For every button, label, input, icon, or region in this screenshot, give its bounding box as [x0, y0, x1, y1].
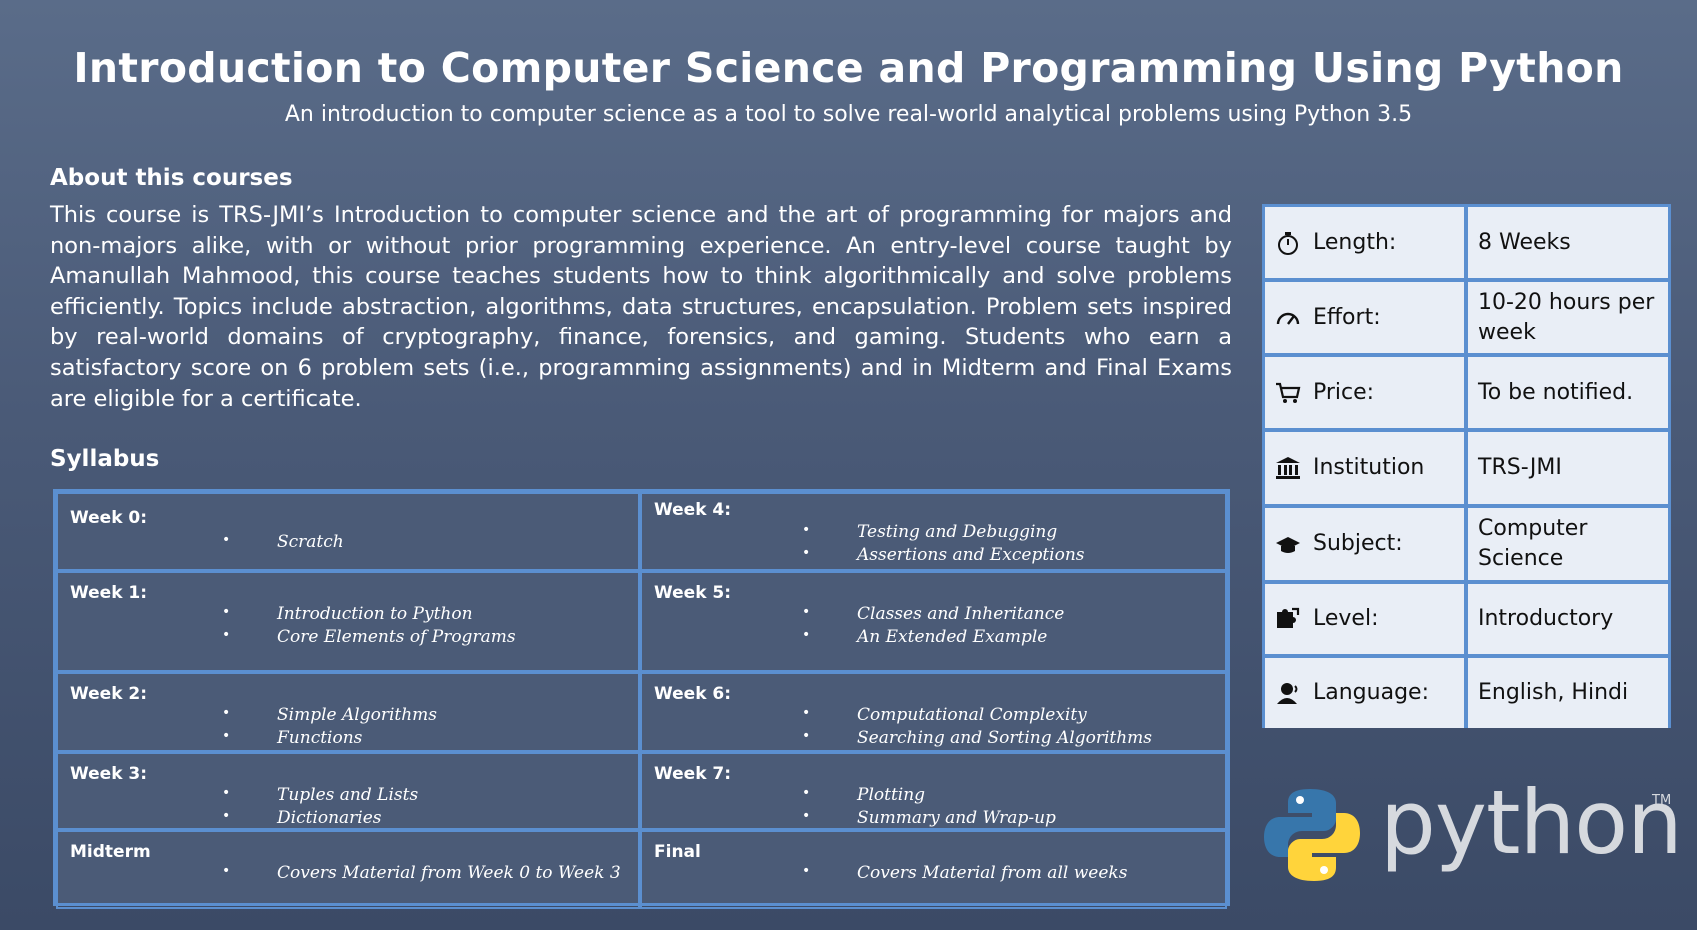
bullet-icon: •	[802, 728, 811, 744]
about-text: This course is TRS-JMI’s Introduction to…	[50, 202, 1232, 412]
stopwatch-icon	[1275, 230, 1301, 256]
info-label-text: Institution	[1313, 455, 1425, 480]
week-title: Week 3:	[70, 764, 148, 784]
bullet-icon: •	[802, 808, 811, 824]
syllabus-cell: Midterm • Covers Material from Week 0 to…	[56, 830, 640, 909]
week-title: Week 6:	[654, 684, 732, 704]
python-logo: python TM	[1262, 771, 1683, 895]
topic-item: Functions	[277, 728, 363, 748]
speaker-person-icon	[1275, 680, 1301, 706]
bullet-icon: •	[802, 863, 811, 879]
topic-item: An Extended Example	[857, 627, 1048, 647]
info-value-level: Introductory	[1468, 584, 1668, 654]
info-label-length: Length:	[1265, 207, 1464, 278]
week-title: Week 4:	[654, 500, 732, 520]
syllabus-cell: Week 6: • Computational Complexity • Sea…	[640, 672, 1227, 752]
topic-item: Plotting	[857, 785, 926, 805]
topic-item: Searching and Sorting Algorithms	[857, 728, 1153, 748]
topic-item: Assertions and Exceptions	[857, 545, 1085, 565]
week-title: Week 2:	[70, 684, 148, 704]
topic-item: Core Elements of Programs	[277, 627, 516, 647]
syllabus-cell: Week 7: • Plotting • Summary and Wrap-up	[640, 752, 1227, 830]
topic-item: Dictionaries	[277, 808, 382, 828]
bullet-icon: •	[802, 522, 811, 538]
syllabus-cell: Week 5: • Classes and Inheritance • An E…	[640, 571, 1227, 672]
topic-item: Summary and Wrap-up	[857, 808, 1056, 828]
info-label-institution: Institution	[1265, 432, 1464, 504]
institution-icon	[1275, 455, 1301, 481]
bullet-icon: •	[222, 728, 231, 744]
bullet-icon: •	[222, 604, 231, 620]
topic-item: Simple Algorithms	[277, 705, 438, 725]
syllabus-cell: Week 1: • Introduction to Python • Core …	[56, 571, 640, 672]
syllabus-heading: Syllabus	[50, 446, 160, 472]
topic-item: Classes and Inheritance	[857, 604, 1065, 624]
exam-title: Final	[654, 842, 701, 862]
syllabus-cell: Week 4: • Testing and Debugging • Assert…	[640, 492, 1227, 571]
bullet-icon: •	[802, 545, 811, 561]
course-info-table: Length: 8 Weeks Effort: 10-20 hours per …	[1262, 204, 1671, 728]
bullet-icon: •	[222, 785, 231, 801]
info-label-text: Length:	[1313, 229, 1397, 255]
info-label-text: Effort:	[1313, 304, 1381, 330]
info-label-language: Language:	[1265, 658, 1464, 728]
syllabus-cell: Week 3: • Tuples and Lists • Dictionarie…	[56, 752, 640, 830]
info-label-text: Level:	[1313, 606, 1379, 631]
week-title: Week 7:	[654, 764, 732, 784]
graduation-cap-icon	[1275, 531, 1301, 557]
gauge-icon	[1275, 305, 1301, 331]
info-value-subject: Computer Science	[1468, 508, 1668, 580]
bullet-icon: •	[222, 863, 231, 879]
info-value-effort: 10-20 hours per week	[1468, 282, 1668, 353]
bullet-icon: •	[222, 808, 231, 824]
exam-title: Midterm	[70, 842, 151, 862]
python-snakes-icon	[1264, 789, 1360, 881]
week-title: Week 5:	[654, 583, 732, 603]
bullet-icon: •	[802, 627, 811, 643]
trademark-mark: TM	[1652, 793, 1672, 808]
page-subtitle: An introduction to computer science as a…	[284, 102, 1413, 127]
topic-item: Testing and Debugging	[857, 522, 1058, 542]
week-title: Week 1:	[70, 583, 148, 603]
syllabus-table: Week 0: • Scratch Week 4: • Testing and …	[53, 489, 1230, 909]
syllabus-cell: Final • Covers Material from all weeks	[640, 830, 1227, 909]
bullet-icon: •	[222, 705, 231, 721]
info-label-subject: Subject:	[1265, 508, 1464, 580]
about-heading: About this courses	[50, 165, 293, 191]
topic-item: Computational Complexity	[857, 705, 1087, 725]
bullet-icon: •	[802, 785, 811, 801]
info-label-effort: Effort:	[1265, 282, 1464, 353]
cart-icon	[1275, 380, 1301, 406]
info-label-text: Price:	[1313, 379, 1375, 405]
topic-item: Covers Material from all weeks	[857, 863, 1128, 883]
week-title: Week 0:	[70, 508, 148, 528]
puzzle-icon	[1275, 606, 1301, 632]
info-value-price: To be notified.	[1468, 357, 1668, 428]
info-value-institution: TRS-JMI	[1468, 432, 1668, 504]
info-value-language: English, Hindi	[1468, 658, 1668, 728]
info-label-text: Language:	[1313, 680, 1429, 705]
info-label-text: Subject:	[1313, 531, 1403, 556]
info-label-level: Level:	[1265, 584, 1464, 654]
syllabus-cell: Week 0: • Scratch	[56, 492, 640, 571]
topic-item: Scratch	[277, 532, 344, 552]
python-wordmark: python	[1380, 771, 1683, 874]
bullet-icon: •	[222, 627, 231, 643]
topic-item: Covers Material from Week 0 to Week 3	[277, 863, 621, 883]
info-label-price: Price:	[1265, 357, 1464, 428]
topic-item: Tuples and Lists	[277, 785, 419, 805]
bullet-icon: •	[222, 532, 231, 548]
bullet-icon: •	[802, 604, 811, 620]
page-title: Introduction to Computer Science and Pro…	[73, 44, 1624, 92]
info-value-length: 8 Weeks	[1468, 207, 1668, 278]
bullet-icon: •	[802, 705, 811, 721]
topic-item: Introduction to Python	[277, 604, 473, 624]
syllabus-cell: Week 2: • Simple Algorithms • Functions	[56, 672, 640, 752]
